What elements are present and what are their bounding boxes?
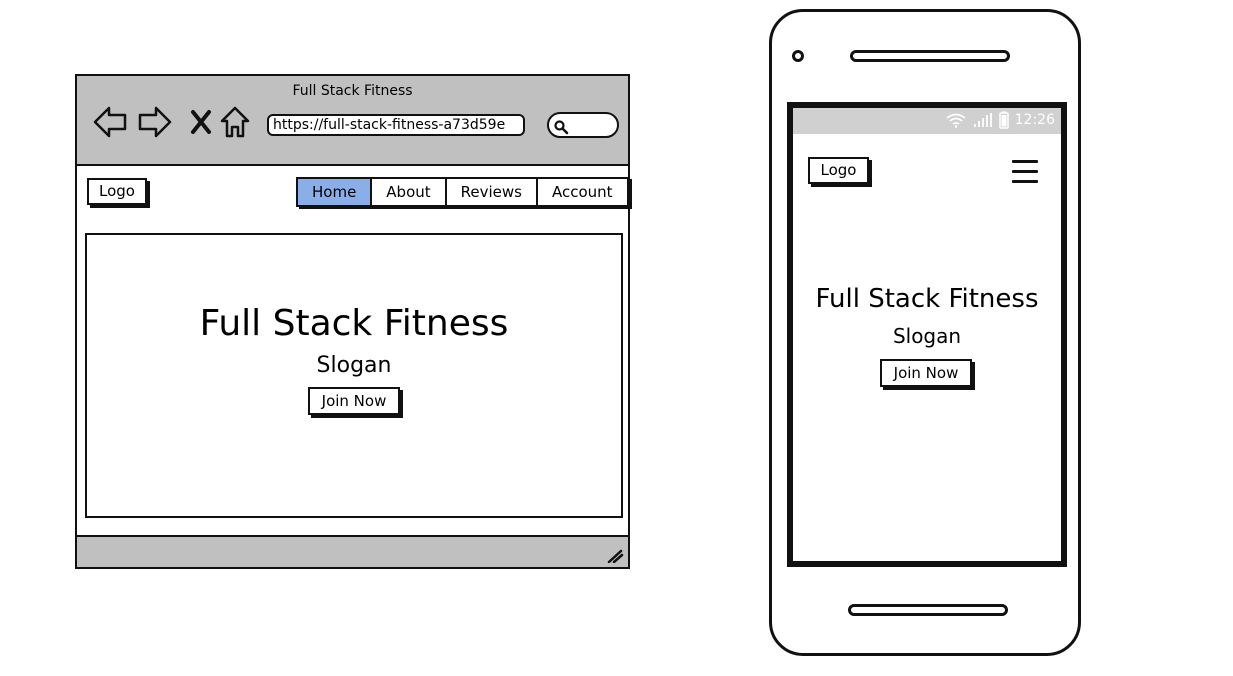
url-bar[interactable]: https://full-stack-fitness-a73d59e [267, 114, 525, 136]
hero-title: Full Stack Fitness [199, 303, 509, 344]
join-now-button[interactable]: Join Now [308, 387, 400, 415]
tab-account[interactable]: Account [538, 179, 627, 205]
mobile-hero-slogan: Slogan [892, 324, 962, 348]
search-icon [554, 120, 569, 135]
mobile-hero-title: Full Stack Fitness [815, 284, 1039, 314]
wifi-icon [946, 113, 966, 128]
browser-search-field[interactable] [547, 112, 619, 138]
browser-status-bar [77, 535, 628, 567]
back-arrow-icon[interactable] [92, 104, 128, 140]
status-time: 12:26 [1014, 112, 1055, 128]
tab-about[interactable]: About [372, 179, 447, 205]
speaker-slot [850, 50, 1010, 62]
browser-toolbar: Full Stack Fitness https://full-stack-fi… [77, 76, 628, 166]
phone-wireframe: 12:26 Logo Full Stack Fitness Slogan Joi… [769, 9, 1081, 656]
logo-button[interactable]: Logo [87, 178, 147, 205]
mobile-logo-button[interactable]: Logo [808, 157, 869, 184]
hero-section: Full Stack Fitness Slogan Join Now [85, 233, 623, 518]
resize-handle-icon[interactable] [606, 547, 624, 563]
hamburger-menu-icon[interactable] [1012, 160, 1038, 184]
camera-icon [792, 50, 804, 62]
forward-arrow-icon[interactable] [137, 104, 173, 140]
phone-screen: 12:26 Logo Full Stack Fitness Slogan Joi… [787, 102, 1067, 567]
tab-home[interactable]: Home [298, 179, 373, 205]
phone-status-bar: 12:26 [793, 108, 1061, 134]
browser-window-title: Full Stack Fitness [292, 83, 413, 99]
battery-icon [998, 111, 1009, 129]
browser-wireframe: Full Stack Fitness https://full-stack-fi… [75, 74, 630, 569]
home-button-bar[interactable] [848, 604, 1008, 616]
signal-icon [973, 113, 992, 127]
home-icon[interactable] [217, 104, 253, 140]
nav-tabs: Home About Reviews Account [296, 177, 629, 207]
close-icon[interactable] [183, 104, 219, 140]
mobile-join-now-button[interactable]: Join Now [880, 359, 972, 387]
hero-slogan: Slogan [316, 353, 392, 378]
tab-reviews[interactable]: Reviews [446, 179, 538, 205]
